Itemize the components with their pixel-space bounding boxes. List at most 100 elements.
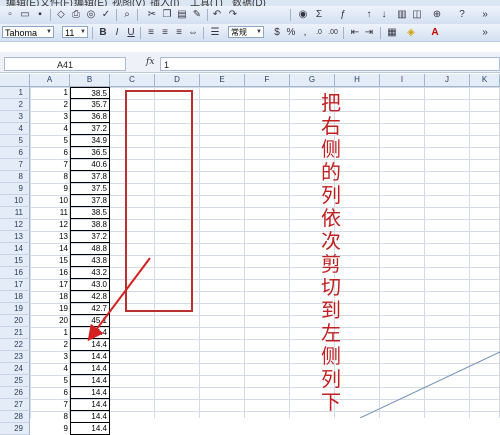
help-icon[interactable]: ? xyxy=(455,8,469,22)
font-size-select[interactable]: 11 ▼ xyxy=(62,26,88,38)
name-box[interactable]: A41 xyxy=(4,57,126,71)
cell-a[interactable]: 8 xyxy=(30,171,70,183)
cell-a[interactable]: 8 xyxy=(30,411,70,423)
cell-a[interactable]: 2 xyxy=(30,99,70,111)
cell-a[interactable]: 5 xyxy=(30,375,70,387)
row-header[interactable]: 24 xyxy=(0,363,30,375)
bold-icon[interactable]: B xyxy=(96,26,110,40)
spelling-icon[interactable]: ✓ xyxy=(99,8,113,22)
paste-icon[interactable]: ▤ xyxy=(175,8,189,22)
underline-icon[interactable]: U xyxy=(124,26,138,40)
row-header[interactable]: 19 xyxy=(0,303,30,315)
cell-b[interactable]: 37.5 xyxy=(70,183,110,195)
cell-a[interactable]: 4 xyxy=(30,363,70,375)
toolbar-options-icon[interactable]: » xyxy=(478,26,492,40)
cell-a[interactable]: 9 xyxy=(30,423,70,435)
sort-ascending-icon[interactable]: ↑ xyxy=(362,8,376,22)
cell-a[interactable]: 13 xyxy=(30,231,70,243)
copy-icon[interactable]: ❐ xyxy=(160,8,174,22)
justify-icon[interactable]: ☰ xyxy=(208,26,222,40)
drawing-icon[interactable]: ◫ xyxy=(410,8,424,22)
cell-a[interactable]: 7 xyxy=(30,399,70,411)
print-icon[interactable]: ⎙ xyxy=(69,8,83,22)
cell-b[interactable]: 43.2 xyxy=(70,267,110,279)
cell-a[interactable]: 16 xyxy=(30,267,70,279)
cell-a[interactable]: 15 xyxy=(30,255,70,267)
cell-a[interactable]: 1 xyxy=(30,327,70,339)
row-header[interactable]: 25 xyxy=(0,375,30,387)
font-name-select[interactable]: Tahoma ▼ xyxy=(2,26,54,38)
insert-function-icon[interactable]: ƒ xyxy=(336,8,350,22)
cell-a[interactable]: 9 xyxy=(30,183,70,195)
cell-b[interactable]: 38.8 xyxy=(70,219,110,231)
cell-b[interactable]: 43.8 xyxy=(70,255,110,267)
row-header[interactable]: 6 xyxy=(0,147,30,159)
row-header[interactable]: 4 xyxy=(0,123,30,135)
cell-a[interactable]: 11 xyxy=(30,207,70,219)
cell-a[interactable]: 3 xyxy=(30,111,70,123)
column-header-i[interactable]: I xyxy=(380,74,425,87)
sort-descending-icon[interactable]: ↓ xyxy=(377,8,391,22)
cell-b[interactable]: 36.5 xyxy=(70,147,110,159)
cell-b[interactable]: 14.4 xyxy=(70,339,110,351)
row-header[interactable]: 11 xyxy=(0,207,30,219)
row-header[interactable]: 9 xyxy=(0,183,30,195)
undo-icon[interactable]: ↶ xyxy=(210,8,224,22)
cell-a[interactable]: 1 xyxy=(30,87,70,99)
cell-b[interactable]: 38.5 xyxy=(70,207,110,219)
increase-decimal-icon[interactable]: .0 xyxy=(312,26,326,40)
save-icon[interactable]: ▪ xyxy=(33,8,47,22)
cell-b[interactable]: 42.8 xyxy=(70,291,110,303)
row-header[interactable]: 12 xyxy=(0,219,30,231)
cell-a[interactable]: 7 xyxy=(30,159,70,171)
column-header-j[interactable]: J xyxy=(425,74,470,87)
row-header[interactable]: 18 xyxy=(0,291,30,303)
cell-b[interactable]: 37.8 xyxy=(70,195,110,207)
chart-wizard-icon[interactable]: ▥ xyxy=(395,8,409,22)
row-header[interactable]: 3 xyxy=(0,111,30,123)
column-header-g[interactable]: G xyxy=(290,74,335,87)
italic-icon[interactable]: I xyxy=(110,26,124,40)
percent-icon[interactable]: % xyxy=(284,26,298,40)
formula-input[interactable]: 1 xyxy=(160,57,500,71)
redo-icon[interactable]: ↷ xyxy=(226,8,240,22)
cell-a[interactable]: 4 xyxy=(30,123,70,135)
cell-b[interactable]: 42.7 xyxy=(70,303,110,315)
row-header[interactable]: 22 xyxy=(0,339,30,351)
select-all-corner[interactable] xyxy=(0,74,30,87)
open-folder-icon[interactable]: ▭ xyxy=(18,8,32,22)
column-header-c[interactable]: C xyxy=(110,74,155,87)
cell-b[interactable]: 40.6 xyxy=(70,159,110,171)
align-right-icon[interactable]: ≡ xyxy=(172,26,186,40)
permission-icon[interactable]: ◇ xyxy=(54,8,68,22)
currency-icon[interactable]: $ xyxy=(270,26,284,40)
cell-b[interactable]: 37.2 xyxy=(70,231,110,243)
cut-icon[interactable]: ✂ xyxy=(145,8,159,22)
hyperlink-icon[interactable]: ◉ xyxy=(296,8,310,22)
cell-a[interactable]: 17 xyxy=(30,279,70,291)
column-header-f[interactable]: F xyxy=(245,74,290,87)
cell-b[interactable]: 36.8 xyxy=(70,111,110,123)
align-left-icon[interactable]: ≡ xyxy=(144,26,158,40)
cell-a[interactable]: 5 xyxy=(30,135,70,147)
row-header[interactable]: 13 xyxy=(0,231,30,243)
row-header[interactable]: 10 xyxy=(0,195,30,207)
cell-a[interactable]: 14 xyxy=(30,243,70,255)
cell-a[interactable]: 6 xyxy=(30,147,70,159)
cell-b[interactable]: 14.4 xyxy=(70,363,110,375)
borders-icon[interactable]: ▦ xyxy=(385,26,399,40)
cell-b[interactable]: 14.4 xyxy=(70,375,110,387)
row-header[interactable]: 23 xyxy=(0,351,30,363)
decrease-indent-icon[interactable]: ⇤ xyxy=(348,26,362,40)
cell-b[interactable]: 37.2 xyxy=(70,123,110,135)
cell-a[interactable]: 20 xyxy=(30,315,70,327)
row-header[interactable]: 7 xyxy=(0,159,30,171)
cell-a[interactable]: 12 xyxy=(30,219,70,231)
toolbar-options-icon[interactable]: » xyxy=(478,8,492,22)
row-header[interactable]: 1 xyxy=(0,87,30,99)
insert-function-fx-icon[interactable]: fx xyxy=(146,57,154,67)
row-header[interactable]: 15 xyxy=(0,255,30,267)
cell-b[interactable]: 43.0 xyxy=(70,279,110,291)
column-header-d[interactable]: D xyxy=(155,74,200,87)
row-header[interactable]: 14 xyxy=(0,243,30,255)
